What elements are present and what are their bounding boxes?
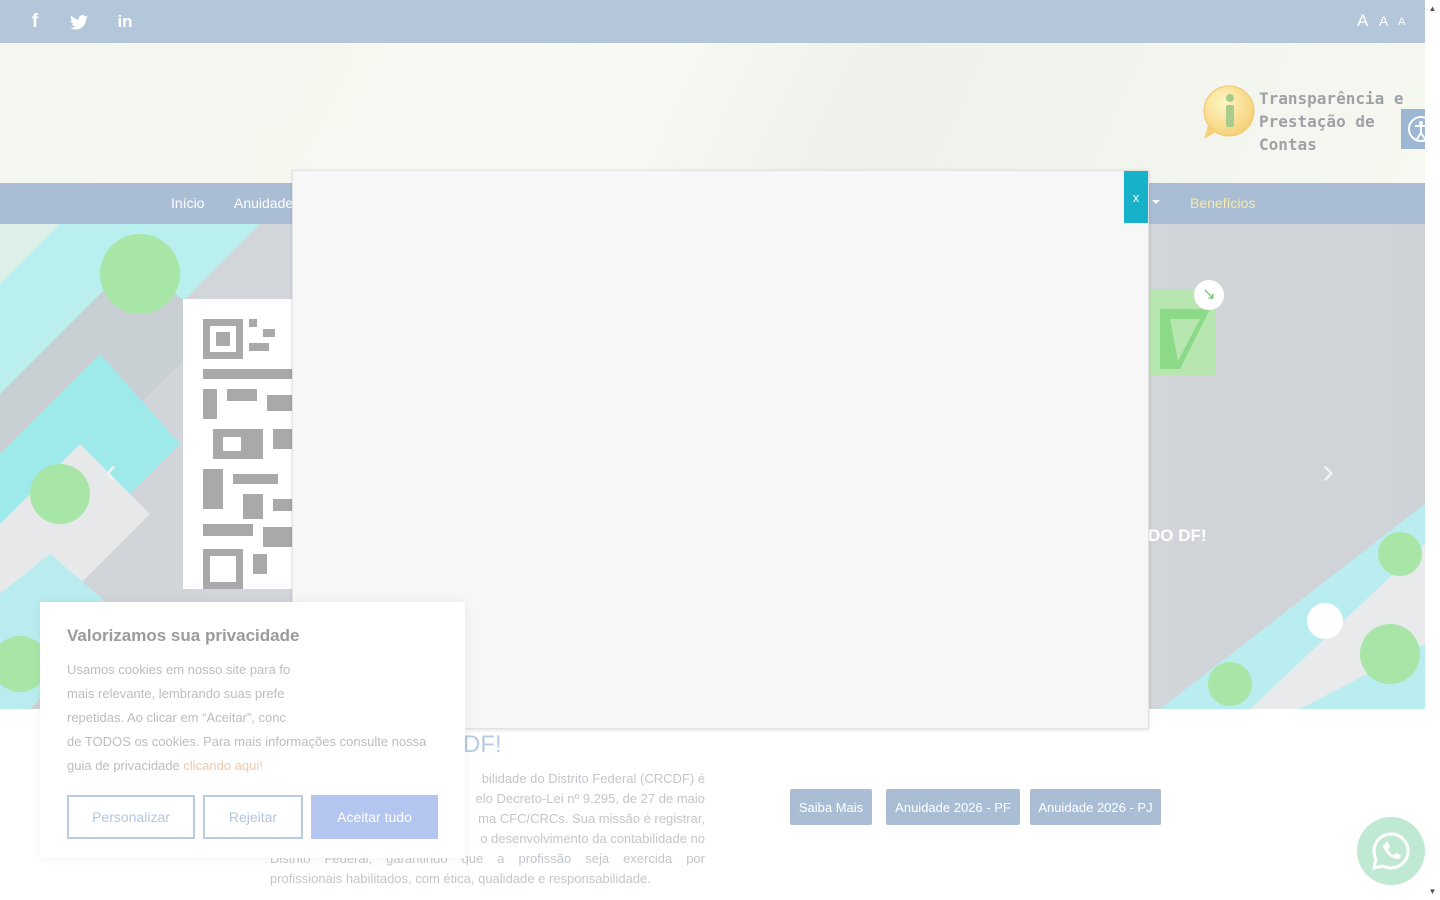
scroll-up-icon[interactable]: ▲ (1428, 4, 1437, 13)
cookie-text-line: Usamos cookies em nosso site para fo (67, 662, 291, 677)
whatsapp-icon (1372, 832, 1410, 870)
cookie-text: Usamos cookies em nosso site para fo mai… (67, 658, 447, 778)
chevron-down-icon[interactable] (1152, 200, 1160, 204)
hero-arrow-badge-icon: ↘ (1194, 280, 1224, 310)
transparency-info-icon[interactable] (1200, 85, 1256, 141)
cookie-banner: Valorizamos sua privacidade Usamos cooki… (40, 602, 465, 858)
nav-item-inicio[interactable]: Início (171, 195, 204, 211)
site-header: Transparência e Prestação de Contas (0, 43, 1425, 183)
hero-caption: DO DF! (1148, 526, 1207, 545)
reject-cookies-button[interactable]: Rejeitar (203, 795, 303, 839)
page-scrollbar[interactable] (1425, 0, 1440, 900)
cookie-text-line: mais relevante, lembrando suas prefe (67, 686, 285, 701)
nav-item-beneficios[interactable]: Benefícios (1190, 195, 1255, 211)
twitter-icon[interactable] (67, 11, 91, 33)
facebook-icon[interactable]: f (23, 11, 47, 33)
about-title: DF! (463, 731, 502, 758)
cookie-text-tail: guia de privacidade (67, 758, 180, 773)
anuidade-pj-button[interactable]: Anuidade 2026 - PJ (1030, 789, 1161, 825)
top-bar: f in A A A (0, 0, 1425, 43)
font-size-small-button[interactable]: A (1398, 16, 1405, 28)
qr-code-image (183, 299, 298, 589)
font-size-large-button[interactable]: A (1357, 11, 1368, 31)
about-line: profissionais habilitados, com ética, qu… (270, 871, 651, 886)
whatsapp-button[interactable] (1357, 817, 1425, 885)
transparency-link[interactable]: Transparência e Prestação de Contas (1259, 87, 1419, 156)
carousel-next-icon[interactable]: › (1313, 453, 1343, 489)
cookie-text-line: repetidas. Ao clicar em “Aceitar”, conc (67, 710, 286, 725)
accessibility-button[interactable] (1401, 109, 1425, 149)
cookie-title: Valorizamos sua privacidade (67, 626, 300, 645)
accept-all-cookies-button[interactable]: Aceitar tudo (311, 795, 438, 839)
cookie-text-line: de TODOS os cookies. Para mais informaçõ… (67, 734, 427, 749)
cookie-text-line: guia de privacidade clicando aqui! (67, 754, 447, 778)
nav-item-anuidade[interactable]: Anuidade (234, 195, 293, 211)
privacy-policy-link[interactable]: clicando aqui! (183, 758, 263, 773)
linkedin-icon[interactable]: in (113, 11, 137, 33)
scroll-down-icon[interactable]: ▼ (1428, 887, 1437, 896)
carousel-prev-icon[interactable]: ‹ (96, 453, 126, 489)
customize-cookies-button[interactable]: Personalizar (67, 795, 195, 839)
modal-close-button[interactable]: x (1124, 171, 1148, 223)
font-size-medium-button[interactable]: A (1379, 13, 1388, 29)
anuidade-pf-button[interactable]: Anuidade 2026 - PF (886, 789, 1020, 825)
saiba-mais-button[interactable]: Saiba Mais (790, 789, 872, 825)
